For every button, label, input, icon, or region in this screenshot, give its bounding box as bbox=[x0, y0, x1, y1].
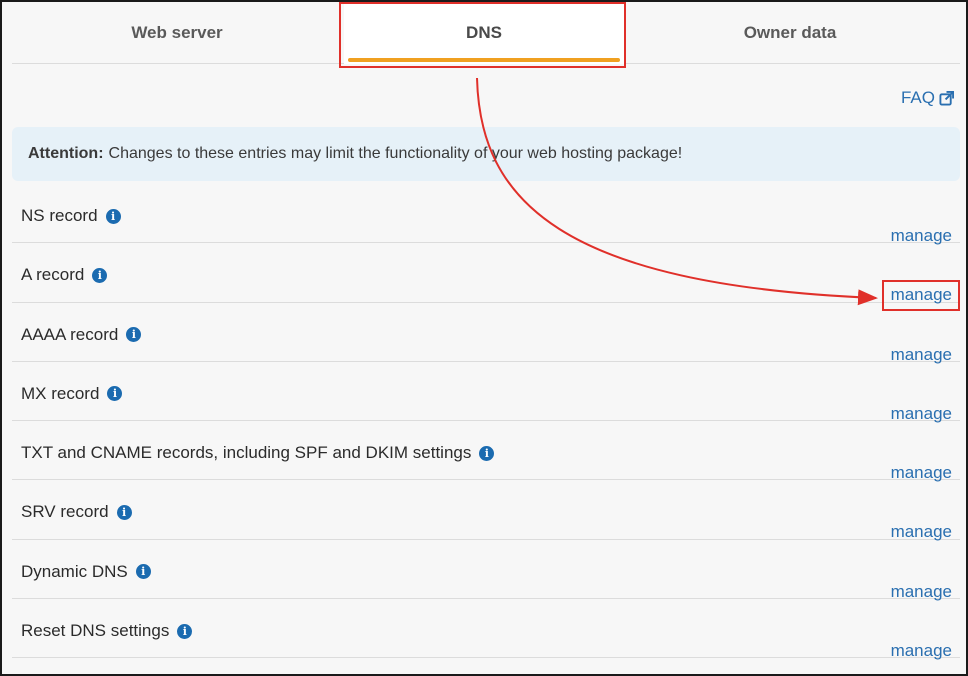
list-item: Reset DNS settings i manage bbox=[12, 599, 960, 661]
record-label: AAAA record bbox=[21, 324, 119, 344]
list-item: TXT and CNAME records, including SPF and… bbox=[12, 421, 960, 482]
dns-settings-panel: Web server DNS Owner data FAQ Attention:… bbox=[0, 0, 968, 676]
info-icon[interactable]: i bbox=[177, 623, 193, 639]
dns-record-list: NS record i manage A record i manage AAAA … bbox=[12, 184, 960, 661]
tab-label: DNS bbox=[466, 23, 502, 42]
list-item: Dynamic DNS i manage bbox=[12, 540, 960, 601]
list-item: NS record i manage bbox=[12, 184, 960, 245]
tab-bar: Web server DNS Owner data bbox=[12, 2, 960, 64]
tab-owner-data[interactable]: Owner data bbox=[640, 2, 940, 64]
alert-message: Changes to these entries may limit the f… bbox=[108, 145, 683, 162]
record-label: NS record bbox=[21, 206, 98, 225]
faq-label: FAQ bbox=[900, 88, 935, 107]
list-item: MX record i manage bbox=[12, 362, 960, 423]
alert-title: Attention: bbox=[28, 145, 104, 162]
tab-label: Owner data bbox=[743, 23, 837, 42]
tab-label: Web server bbox=[131, 23, 223, 42]
info-icon[interactable]: i bbox=[479, 445, 495, 461]
record-label: A record bbox=[21, 265, 85, 285]
tab-web-server[interactable]: Web server bbox=[12, 2, 342, 64]
info-icon[interactable]: i bbox=[107, 386, 123, 402]
list-item: SRV record i manage bbox=[12, 480, 960, 541]
tab-dns[interactable]: DNS bbox=[344, 2, 624, 64]
info-icon[interactable]: i bbox=[116, 504, 132, 520]
info-icon[interactable]: i bbox=[135, 564, 151, 580]
faq-link[interactable]: FAQ bbox=[901, 88, 954, 108]
manage-link[interactable]: manage bbox=[891, 641, 952, 661]
record-label: MX record bbox=[21, 383, 100, 403]
active-tab-indicator bbox=[348, 58, 620, 62]
list-item: AAAA record i manage bbox=[12, 303, 960, 364]
record-label: TXT and CNAME records, including SPF and… bbox=[21, 443, 472, 463]
record-label: Reset DNS settings bbox=[21, 621, 170, 641]
info-icon[interactable]: i bbox=[92, 267, 108, 283]
external-link-icon bbox=[939, 90, 954, 106]
info-icon[interactable]: i bbox=[126, 327, 142, 343]
list-item: A record i manage bbox=[12, 243, 960, 304]
attention-alert: Attention: Changes to these entries may … bbox=[12, 127, 960, 181]
record-label: Dynamic DNS bbox=[21, 561, 128, 581]
info-icon[interactable]: i bbox=[105, 208, 121, 224]
record-label: SRV record bbox=[21, 502, 109, 522]
